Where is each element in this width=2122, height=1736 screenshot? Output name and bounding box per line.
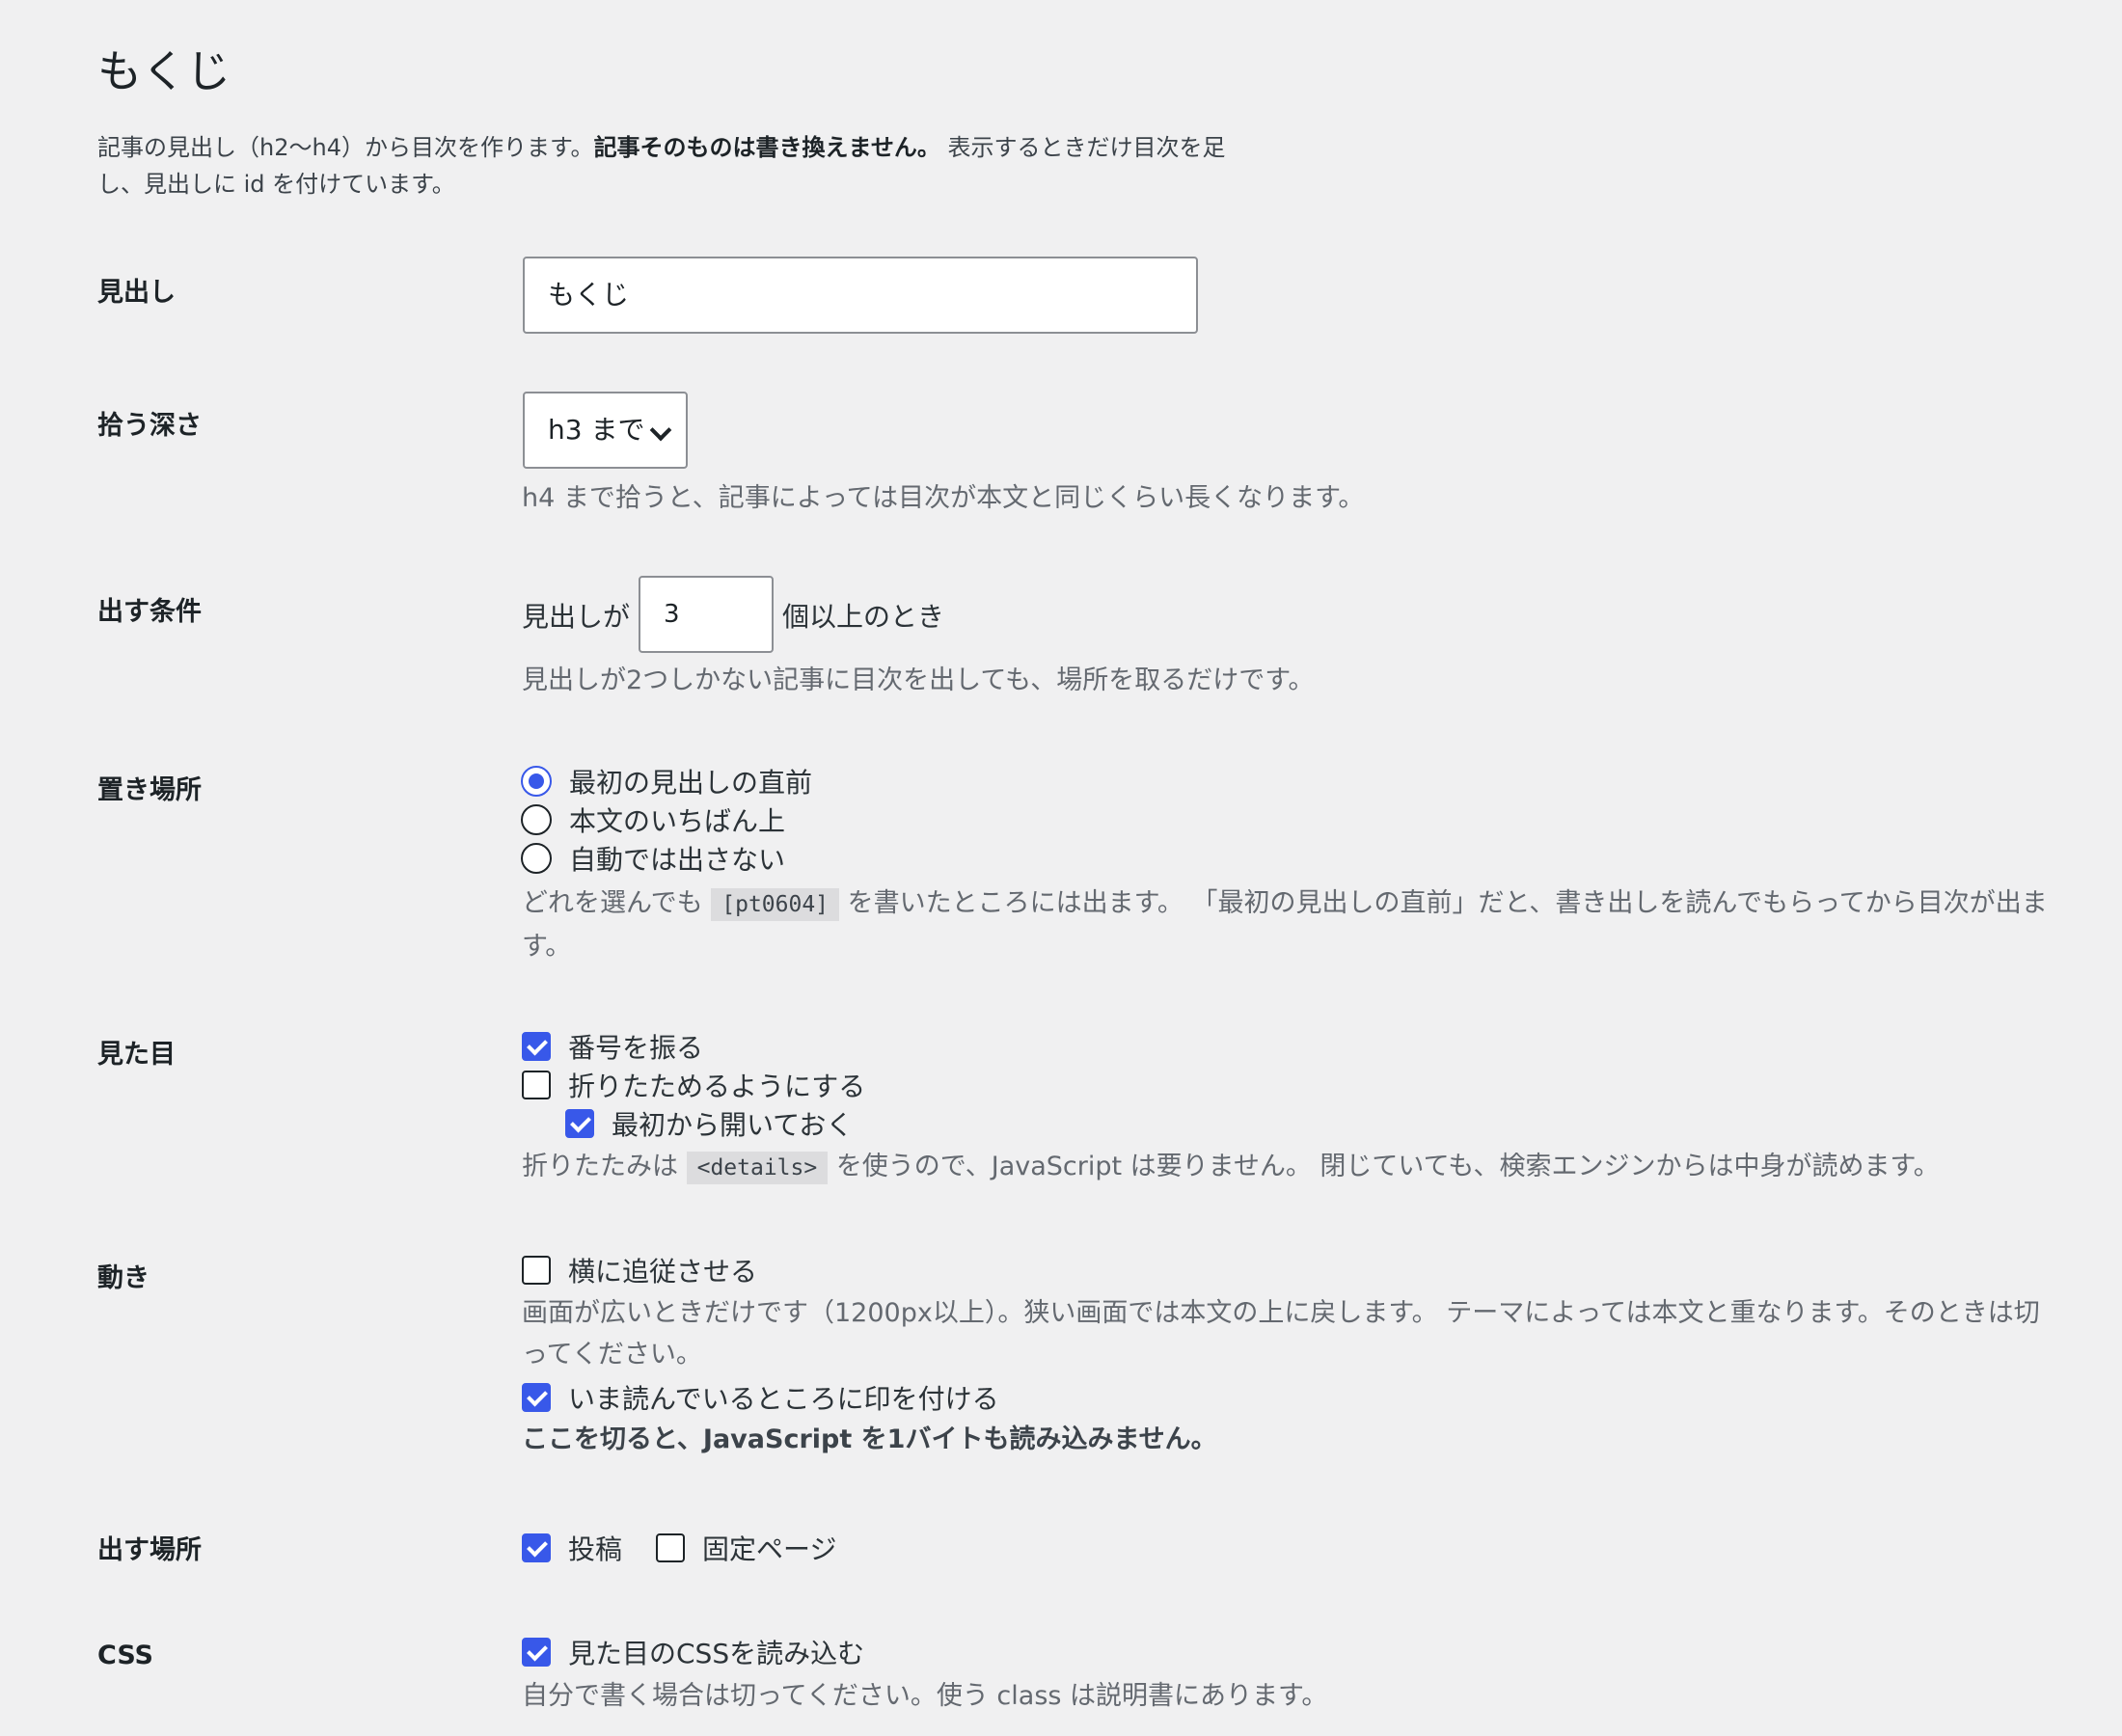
placement-desc-before: どれを選んでも bbox=[522, 888, 703, 918]
appearance-description: 折りたたみは <details> を使うので、JavaScript は要りません… bbox=[522, 1146, 1940, 1189]
open-by-default-checkbox[interactable]: 最初から開いておく bbox=[565, 1104, 853, 1143]
option-label: いま読んでいるところに印を付ける bbox=[568, 1383, 999, 1415]
placement-description: どれを選んでも [pt0604] を書いたところには出ます。 「最初の見出しの直… bbox=[522, 882, 2065, 967]
highlight-note: ここを切ると、JavaScript を1バイトも読み込みません。 bbox=[522, 1424, 1217, 1454]
css-label: CSS bbox=[97, 1641, 153, 1670]
placement-option-top-of-content[interactable]: 本文のいちばん上 bbox=[521, 800, 785, 839]
numbering-checkbox[interactable]: 番号を振る bbox=[522, 1027, 703, 1066]
depth-label: 拾う深さ bbox=[97, 411, 202, 441]
checkbox-checked[interactable] bbox=[565, 1109, 594, 1138]
placement-label: 置き場所 bbox=[97, 775, 202, 805]
checkbox-unchecked[interactable] bbox=[656, 1533, 685, 1562]
condition-prefix: 見出しが bbox=[522, 601, 631, 633]
motion-label: 動き bbox=[97, 1263, 150, 1293]
radio-selected[interactable] bbox=[521, 766, 552, 797]
depth-select-value: h3 まで bbox=[548, 414, 645, 446]
checkbox-checked[interactable] bbox=[522, 1533, 551, 1562]
appearance-desc-before: 折りたたみは bbox=[522, 1152, 678, 1181]
page-title: もくじ bbox=[97, 45, 231, 97]
collapsible-checkbox[interactable]: 折りたためるようにする bbox=[522, 1066, 865, 1104]
radio-unselected[interactable] bbox=[521, 804, 552, 835]
placement-option-manual[interactable]: 自動では出さない bbox=[521, 839, 785, 878]
min-headings-input[interactable]: 3 bbox=[639, 576, 774, 653]
checkbox-unchecked[interactable] bbox=[522, 1256, 551, 1285]
depth-description: h4 まで拾うと、記事によっては目次が本文と同じくらい長くなります。 bbox=[522, 483, 1365, 513]
details-code: <details> bbox=[686, 1152, 829, 1184]
pages-checkbox[interactable]: 固定ページ bbox=[656, 1529, 836, 1567]
where-label: 出す場所 bbox=[97, 1535, 202, 1565]
option-label: 最初から開いておく bbox=[612, 1109, 854, 1141]
settings-page: { "page": { "title": "もくじ" }, "intro": {… bbox=[0, 0, 2122, 1736]
load-css-checkbox[interactable]: 見た目のCSSを読み込む bbox=[522, 1633, 864, 1671]
option-label: 横に追従させる bbox=[568, 1256, 758, 1288]
checkbox-checked[interactable] bbox=[522, 1032, 551, 1061]
condition-label: 出す条件 bbox=[97, 597, 202, 627]
condition-description: 見出しが2つしかない記事に目次を出しても、場所を取るだけです。 bbox=[522, 665, 1315, 695]
radio-unselected[interactable] bbox=[521, 843, 552, 874]
posts-checkbox[interactable]: 投稿 bbox=[522, 1529, 622, 1567]
option-label: 自動では出さない bbox=[569, 844, 786, 876]
option-label: 折りたためるようにする bbox=[568, 1071, 866, 1102]
option-label: 投稿 bbox=[568, 1533, 623, 1565]
option-label: 最初の見出しの直前 bbox=[569, 767, 813, 799]
checkbox-checked[interactable] bbox=[522, 1383, 551, 1412]
heading-label: 見出し bbox=[97, 278, 176, 308]
appearance-desc-after: を使うので、JavaScript は要りません。 閉じていても、検索エンジンから… bbox=[835, 1152, 1940, 1181]
option-label: 見た目のCSSを読み込む bbox=[568, 1638, 865, 1669]
follow-description: 画面が広いときだけです（1200px以上）。狭い画面では本文の上に戻します。 テ… bbox=[522, 1298, 2040, 1370]
intro-bold: 記事そのものは書き換えません。 bbox=[593, 134, 940, 161]
sticky-follow-checkbox[interactable]: 横に追従させる bbox=[522, 1251, 757, 1289]
placement-option-before-first-heading[interactable]: 最初の見出しの直前 bbox=[521, 762, 812, 800]
shortcode: [pt0604] bbox=[711, 888, 840, 921]
chevron-down-icon bbox=[649, 419, 672, 442]
intro-text: 記事の見出し（h2〜h4）から目次を作ります。記事そのものは書き換えません。 表… bbox=[97, 129, 1255, 203]
appearance-label: 見た目 bbox=[97, 1040, 176, 1070]
option-label: 番号を振る bbox=[568, 1032, 704, 1064]
condition-suffix: 個以上のとき bbox=[782, 601, 945, 633]
option-label: 固定ページ bbox=[702, 1533, 837, 1565]
intro-text-1: 記事の見出し（h2〜h4）から目次を作ります。 bbox=[97, 134, 594, 161]
option-label: 本文のいちばん上 bbox=[569, 805, 786, 837]
heading-input[interactable]: もくじ bbox=[523, 257, 1198, 334]
css-description: 自分で書く場合は切ってください。使う class は説明書にあります。 bbox=[522, 1681, 1328, 1711]
depth-select[interactable]: h3 まで bbox=[523, 392, 688, 469]
checkbox-checked[interactable] bbox=[522, 1638, 551, 1667]
checkbox-unchecked[interactable] bbox=[522, 1071, 551, 1099]
highlight-current-checkbox[interactable]: いま読んでいるところに印を付ける bbox=[522, 1378, 999, 1417]
